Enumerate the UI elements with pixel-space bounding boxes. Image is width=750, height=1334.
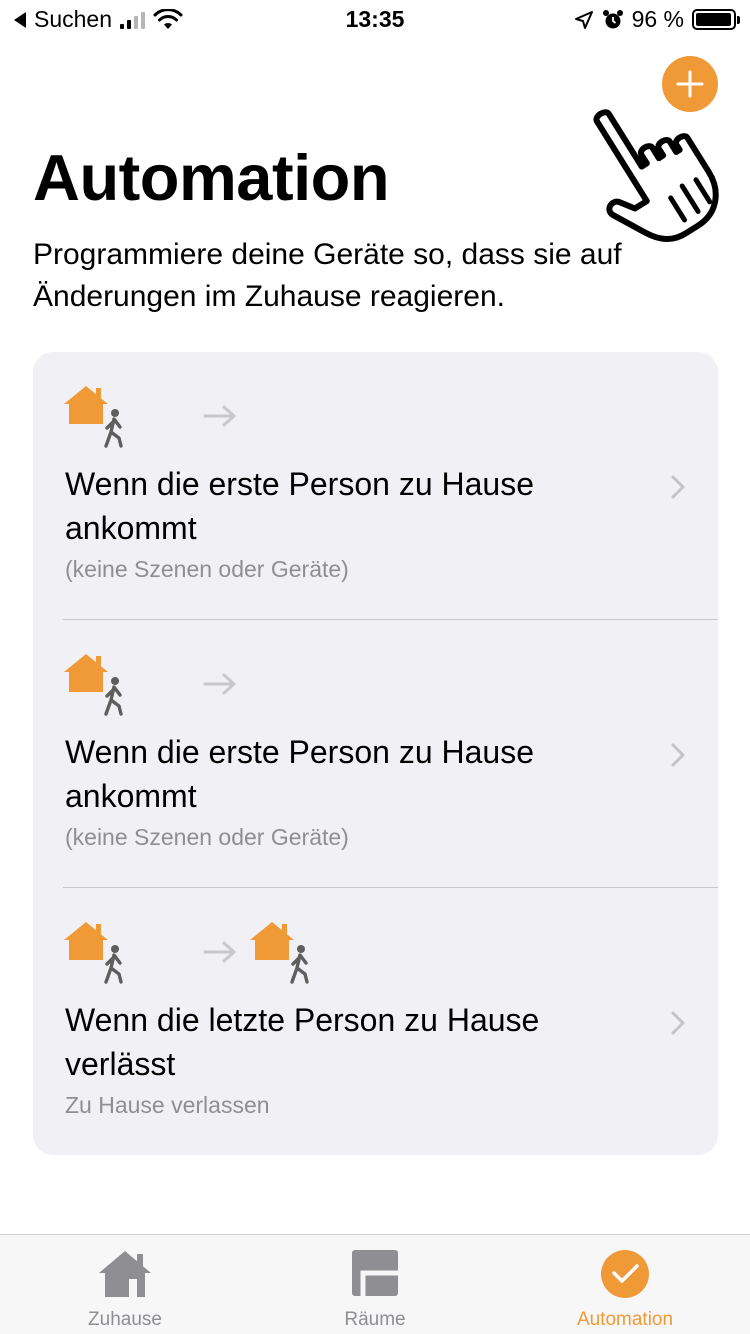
chevron-right-icon: [671, 1011, 685, 1035]
page-subtitle: Programmiere deine Geräte so, dass sie a…: [33, 238, 622, 313]
arrow-right-icon: [203, 673, 236, 695]
automation-icons: [63, 920, 363, 984]
tab-bar: Zuhause Räume Automation: [0, 1234, 750, 1334]
chevron-right-icon: [671, 475, 685, 499]
person-walking-icon: [104, 677, 123, 716]
home-tab-icon: [99, 1251, 151, 1297]
tab-home[interactable]: Zuhause: [0, 1235, 250, 1334]
battery-percent: 96 %: [631, 6, 684, 32]
tab-label: Räume: [344, 1309, 406, 1330]
automation-icons: [63, 384, 363, 448]
automation-item-first-arrives-1[interactable]: Wenn die erste Person zu Hause ankommt (…: [33, 352, 718, 620]
tab-rooms[interactable]: Räume: [250, 1235, 500, 1334]
automation-title: Wenn die erste Person zu Hause ankommt: [65, 734, 534, 814]
automation-title: Wenn die letzte Person zu Hause verlässt: [65, 1002, 540, 1082]
tab-label: Automation: [576, 1309, 674, 1330]
person-walking-icon: [104, 409, 123, 448]
tab-label: Zuhause: [88, 1309, 162, 1330]
person-walking-icon: [290, 945, 309, 984]
chevron-right-icon: [671, 743, 685, 767]
person-walking-icon: [104, 945, 123, 984]
arrow-right-icon: [203, 941, 236, 963]
rooms-tab-icon: [352, 1250, 398, 1296]
automation-tab-icon: [601, 1250, 649, 1298]
automation-subtitle: (keine Szenen oder Geräte): [65, 824, 349, 850]
status-bar: Suchen 13:35 96 %: [0, 0, 750, 40]
automations-list: Wenn die erste Person zu Hause ankommt (…: [33, 352, 718, 1155]
automation-item-first-arrives-2[interactable]: Wenn die erste Person zu Hause ankommt (…: [33, 620, 718, 888]
alarm-icon: [602, 9, 623, 28]
automation-item-last-leaves[interactable]: Wenn die letzte Person zu Hause verlässt…: [33, 888, 718, 1156]
status-right: 96 %: [574, 6, 740, 33]
automation-subtitle: (keine Szenen oder Geräte): [65, 556, 349, 582]
location-arrow-icon: [574, 10, 593, 29]
automation-icons: [63, 652, 363, 716]
automation-subtitle: Zu Hause verlassen: [65, 1092, 270, 1118]
battery-icon: [692, 9, 740, 30]
page-title: Automation: [33, 141, 390, 214]
tab-automation[interactable]: Automation: [500, 1235, 750, 1334]
automation-title: Wenn die erste Person zu Hause ankommt: [65, 466, 534, 546]
pointing-hand-cursor-icon: [593, 109, 719, 243]
arrow-right-icon: [203, 405, 236, 427]
